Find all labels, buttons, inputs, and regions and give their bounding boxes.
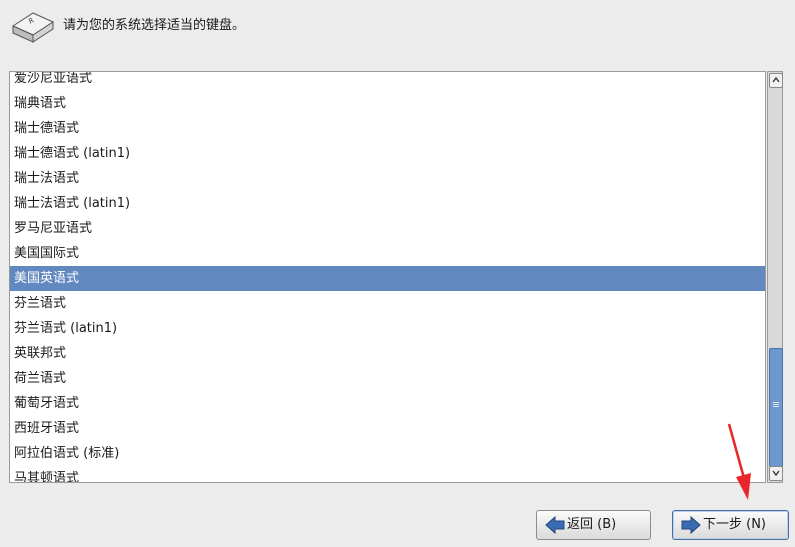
scroll-up-button[interactable] <box>769 73 783 88</box>
keyboard-layout-item[interactable]: 瑞典语式 <box>10 91 765 116</box>
grip-icon <box>773 402 779 408</box>
keyboard-layout-item[interactable]: 瑞士法语式 (latin1) <box>10 191 765 216</box>
back-button-label: 返回 (B) <box>567 517 617 532</box>
chevron-up-icon <box>772 77 780 83</box>
keyboard-layout-item[interactable]: 美国英语式 <box>10 266 765 291</box>
next-button[interactable]: 下一步 (N) <box>672 510 789 540</box>
red-arrow-annotation-icon <box>727 423 751 500</box>
instruction-text: 请为您的系统选择适当的键盘。 <box>63 18 246 33</box>
keyboard-layout-item[interactable]: 芬兰语式 (latin1) <box>10 316 765 341</box>
scroll-down-button[interactable] <box>769 466 783 481</box>
keyboard-layout-item[interactable]: 西班牙语式 <box>10 416 765 441</box>
keyboard-layout-item[interactable]: 葡萄牙语式 <box>10 391 765 416</box>
keyboard-layout-item[interactable]: 瑞士法语式 <box>10 166 765 191</box>
header: R 请为您的系统选择适当的键盘。 <box>0 0 795 50</box>
keyboard-layout-item[interactable]: 芬兰语式 <box>10 291 765 316</box>
keyboard-layout-item[interactable]: 阿拉伯语式 (标准) <box>10 441 765 466</box>
back-button[interactable]: 返回 (B) <box>536 510 651 540</box>
keyboard-layout-item[interactable]: 爱沙尼亚语式 <box>10 72 765 91</box>
arrow-right-icon <box>681 516 701 534</box>
scroll-thumb[interactable] <box>769 348 783 467</box>
arrow-left-icon <box>545 516 565 534</box>
keyboard-layout-item[interactable]: 瑞士德语式 (latin1) <box>10 141 765 166</box>
keyboard-layout-list[interactable]: 爱沙尼亚语式 瑞典语式 瑞士德语式 瑞士德语式 (latin1) 瑞士法语式 瑞士法语式 … <box>9 71 766 483</box>
next-button-label: 下一步 (N) <box>703 517 767 532</box>
keyboard-key-icon: R <box>11 12 55 43</box>
keyboard-layout-item[interactable]: 荷兰语式 <box>10 366 765 391</box>
vertical-scrollbar[interactable] <box>767 71 783 483</box>
keyboard-layout-item[interactable]: 英联邦式 <box>10 341 765 366</box>
chevron-down-icon <box>772 470 780 476</box>
keyboard-layout-item[interactable]: 马其顿语式 <box>10 466 765 482</box>
keyboard-layout-items: 爱沙尼亚语式 瑞典语式 瑞士德语式 瑞士德语式 (latin1) 瑞士法语式 瑞士法语式 … <box>10 72 765 482</box>
keyboard-layout-item[interactable]: 罗马尼亚语式 <box>10 216 765 241</box>
keyboard-layout-item[interactable]: 美国国际式 <box>10 241 765 266</box>
keyboard-layout-item[interactable]: 瑞士德语式 <box>10 116 765 141</box>
